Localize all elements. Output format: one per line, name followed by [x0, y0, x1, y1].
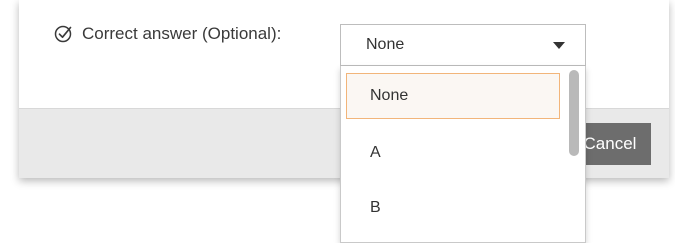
dropdown-option-a[interactable]: A [346, 130, 560, 176]
correct-answer-select[interactable]: None [340, 24, 586, 66]
select-value: None [366, 36, 405, 53]
check-circle-icon [54, 25, 72, 43]
dropdown-option-none[interactable]: None [346, 73, 560, 119]
dropdown-list: None A B [340, 66, 586, 243]
scrollbar-thumb[interactable] [569, 70, 579, 156]
chevron-down-icon [553, 42, 565, 49]
screen: Correct answer (Optional): Cancel None N… [0, 0, 675, 243]
correct-answer-label: Correct answer (Optional): [54, 24, 281, 44]
dropdown-scrollbar[interactable] [567, 70, 581, 238]
dropdown-option-b[interactable]: B [346, 185, 560, 231]
correct-answer-label-text: Correct answer (Optional): [82, 24, 282, 43]
